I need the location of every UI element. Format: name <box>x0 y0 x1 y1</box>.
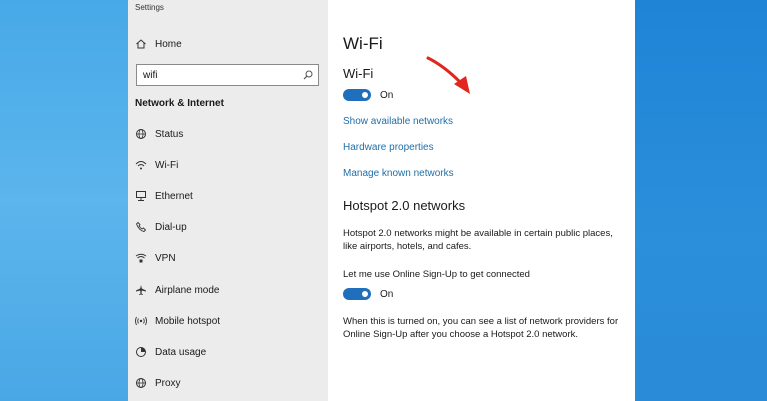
toggle-knob <box>362 291 368 297</box>
page-title: Wi-Fi <box>343 34 383 53</box>
vpn-icon <box>135 252 147 264</box>
main-content: Wi-Fi Wi-Fi On Show available networks H… <box>328 0 635 401</box>
online-signup-toggle[interactable] <box>343 288 371 300</box>
globe-icon <box>135 128 147 140</box>
hardware-properties-link[interactable]: Hardware properties <box>343 142 434 153</box>
desktop-background-left <box>0 0 128 401</box>
sidebar-item-wifi[interactable]: Wi-Fi <box>128 153 328 177</box>
online-signup-label: Let me use Online Sign-Up to get connect… <box>343 269 530 280</box>
sidebar-item-label: Data usage <box>155 346 207 358</box>
sidebar-item-label: Status <box>155 128 184 140</box>
wifi-toggle-state: On <box>380 90 394 101</box>
desktop-background-right <box>635 0 767 401</box>
sidebar-item-label: Home <box>155 38 182 50</box>
proxy-globe-icon <box>135 377 147 389</box>
online-signup-toggle-state: On <box>380 289 394 300</box>
sidebar-item-home[interactable]: Home <box>128 32 328 56</box>
home-icon <box>135 38 147 50</box>
data-usage-icon <box>135 346 147 358</box>
sidebar-item-label: Mobile hotspot <box>155 315 221 327</box>
search-box[interactable] <box>136 64 319 86</box>
wifi-heading: Wi-Fi <box>343 66 374 81</box>
sidebar-item-label: Proxy <box>155 377 181 389</box>
sidebar-item-label: VPN <box>155 252 176 264</box>
show-available-networks-link[interactable]: Show available networks <box>343 116 453 127</box>
sidebar-item-label: Dial-up <box>155 221 187 233</box>
sidebar-item-label: Wi-Fi <box>155 159 179 171</box>
airplane-icon <box>135 284 147 296</box>
sidebar-item-dial-up[interactable]: Dial-up <box>128 215 328 239</box>
hotspot-icon <box>135 315 147 327</box>
hotspot-description: Hotspot 2.0 networks might be available … <box>343 228 613 252</box>
window-title: Settings <box>135 3 164 12</box>
sidebar: Settings Home Network & Internet Status <box>128 0 328 401</box>
wifi-icon <box>135 159 147 171</box>
sidebar-item-data-usage[interactable]: Data usage <box>128 340 328 364</box>
sidebar-item-ethernet[interactable]: Ethernet <box>128 184 328 208</box>
sidebar-item-status[interactable]: Status <box>128 122 328 146</box>
search-input[interactable] <box>137 65 297 85</box>
section-heading: Network & Internet <box>135 98 224 109</box>
ethernet-icon <box>135 190 147 202</box>
sidebar-item-mobile-hotspot[interactable]: Mobile hotspot <box>128 309 328 333</box>
sidebar-item-label: Ethernet <box>155 190 193 202</box>
signup-note: When this is turned on, you can see a li… <box>343 316 619 340</box>
hotspot-heading: Hotspot 2.0 networks <box>343 198 466 213</box>
phone-icon <box>135 221 147 233</box>
manage-known-networks-link[interactable]: Manage known networks <box>343 168 454 179</box>
toggle-knob <box>362 92 368 98</box>
sidebar-item-airplane-mode[interactable]: Airplane mode <box>128 278 328 302</box>
search-icon[interactable] <box>303 70 313 80</box>
sidebar-item-vpn[interactable]: VPN <box>128 246 328 270</box>
sidebar-item-label: Airplane mode <box>155 284 220 296</box>
settings-window: Settings Home Network & Internet Status <box>128 0 635 401</box>
sidebar-item-proxy[interactable]: Proxy <box>128 371 328 395</box>
wifi-toggle[interactable] <box>343 89 371 101</box>
